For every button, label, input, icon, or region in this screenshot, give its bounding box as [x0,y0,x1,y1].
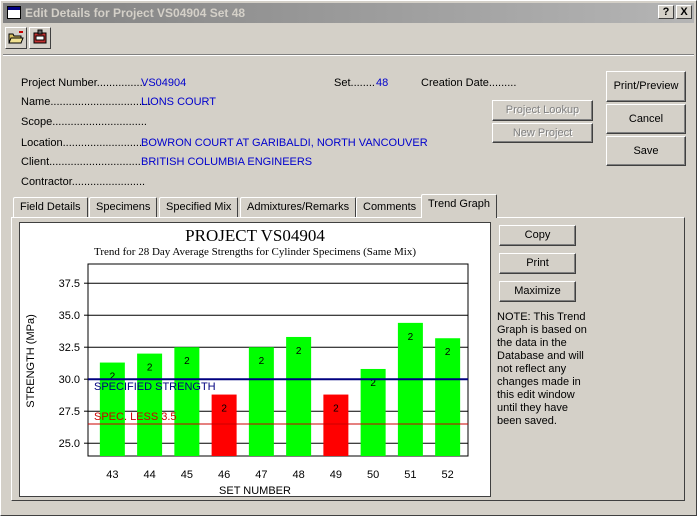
y-tick-label: 30.0 [59,374,80,386]
maximize-button[interactable]: Maximize [499,281,576,302]
chart-subtitle: Trend for 28 Day Average Strengths for C… [94,246,416,258]
tab-comments[interactable]: Comments [356,197,424,217]
name-label: Name................................. [21,96,152,108]
project-number-label: Project Number................ [21,77,146,89]
set-value: 48 [376,77,389,89]
print-preview-button[interactable]: Print/Preview [606,71,686,102]
y-tick-label: 32.5 [59,342,80,354]
y-tick-label: 25.0 [59,438,80,450]
cancel-button[interactable]: Cancel [606,104,686,134]
window-icon [7,6,21,19]
tab-specimens[interactable]: Specimens [89,197,158,217]
edit-details-window: Edit Details for Project VS04904 Set 48 … [0,0,697,516]
bar-data-label: 2 [184,356,190,367]
x-tick-label: 45 [181,469,193,481]
x-tick-label: 43 [106,469,118,481]
tab-trend-graph[interactable]: Trend Graph [421,194,497,218]
x-tick-label: 47 [255,469,267,481]
tab-specified-mix[interactable]: Specified Mix [159,197,239,217]
bar-data-label: 2 [408,332,414,343]
copy-button[interactable]: Copy [499,225,576,246]
title-bar: Edit Details for Project VS04904 Set 48 … [3,3,694,23]
set-label: Set........ [334,77,375,89]
creation-date-label: Creation Date......... [421,77,517,89]
name-value: LIONS COURT [141,96,216,108]
print-setup-icon [33,29,47,44]
help-button[interactable]: ? [658,5,674,19]
toolbar [3,27,694,51]
x-axis-label: SET NUMBER [219,485,291,496]
client-value: BRITISH COLUMBIA ENGINEERS [141,156,313,168]
chart-title: PROJECT VS04904 [185,226,325,245]
y-axis-label: STRENGTH (MPa) [25,314,37,408]
x-tick-label: 49 [330,469,342,481]
x-tick-label: 48 [293,469,305,481]
contractor-label: Contractor........................ [21,176,146,188]
bar-data-label: 2 [445,347,451,358]
bar-data-label: 2 [147,363,153,374]
client-label: Client.............................. [21,156,141,168]
x-tick-label: 46 [218,469,230,481]
y-tick-label: 35.0 [59,310,80,322]
bar-data-label: 2 [259,356,265,367]
window-title: Edit Details for Project VS04904 Set 48 [25,6,246,20]
bar-data-label: 2 [296,346,302,357]
open-folder-button[interactable] [5,27,27,49]
bar-data-label: 2 [333,404,339,415]
x-tick-label: 44 [143,469,155,481]
save-button[interactable]: Save [606,136,686,166]
bar-data-label: 2 [221,404,227,415]
specified-strength-label: SPECIFIED STRENGTH [94,381,216,393]
project-lookup-button[interactable]: Project Lookup [492,100,593,121]
spec-less-label: SPEC. LESS 3.5 [94,411,177,423]
open-folder-icon [8,31,24,44]
scope-label: Scope............................... [21,116,147,128]
print-button[interactable]: Print [499,253,576,274]
trend-graph-note: NOTE: This Trend Graph is based on the d… [497,311,587,427]
tab-field-details[interactable]: Field Details [13,197,88,217]
chart-svg: PROJECT VS04904Trend for 28 Day Average … [25,226,469,497]
location-value: BOWRON COURT AT GARIBALDI, NORTH VANCOUV… [141,137,428,149]
print-setup-button[interactable] [29,27,51,49]
new-project-button[interactable]: New Project [492,123,593,143]
y-tick-label: 37.5 [59,278,80,290]
trend-chart: PROJECT VS04904 Trend for 28 Day Average … [19,222,491,497]
close-button[interactable]: X [676,5,692,19]
x-tick-label: 50 [367,469,379,481]
location-label: Location.......................... [21,137,143,149]
tab-admixtures-remarks[interactable]: Admixtures/Remarks [240,197,357,217]
toolbar-separator [3,54,694,56]
y-tick-label: 27.5 [59,406,80,418]
x-tick-label: 51 [404,469,416,481]
x-tick-label: 52 [442,469,454,481]
project-number-value: VS04904 [141,77,187,89]
